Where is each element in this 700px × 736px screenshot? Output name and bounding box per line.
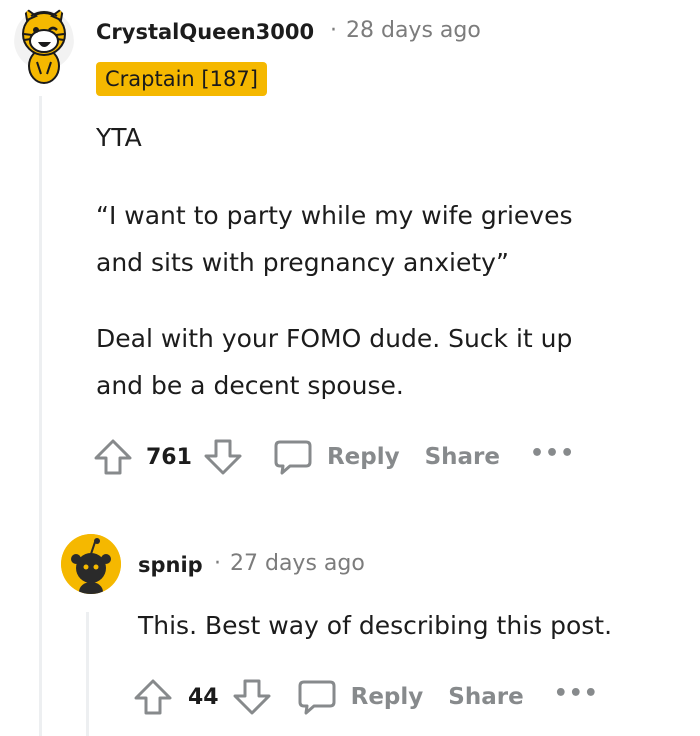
comment-body-line: “I want to party while my wife grieves xyxy=(96,201,573,230)
user-avatar[interactable] xyxy=(14,4,74,84)
comment-body-line: and sits with pregnancy anxiety” xyxy=(96,248,509,277)
comment-body-line: Deal with your FOMO dude. Suck it up xyxy=(96,324,573,353)
comment-action-bar: 761 Reply Share ••• xyxy=(92,436,575,478)
meta-separator: · xyxy=(330,18,337,43)
upvote-icon[interactable] xyxy=(132,676,174,718)
meta-separator: · xyxy=(214,551,221,576)
comment-timestamp[interactable]: 28 days ago xyxy=(346,18,481,43)
more-options-icon[interactable]: ••• xyxy=(530,441,575,466)
comment-body-line: YTA xyxy=(96,123,142,152)
share-button[interactable]: Share xyxy=(425,444,500,470)
user-flair: Craptain [187] xyxy=(96,62,267,96)
reply-button[interactable]: Reply xyxy=(296,676,424,718)
tiger-avatar-icon xyxy=(14,5,74,84)
reply-button[interactable]: Reply xyxy=(272,436,400,478)
vote-count: 44 xyxy=(188,684,219,710)
vote-count: 761 xyxy=(146,444,192,470)
comment-username[interactable]: CrystalQueen3000 xyxy=(96,20,314,44)
reply-action-bar: 44 Reply Share ••• xyxy=(132,676,599,718)
comment-bubble-icon xyxy=(274,440,312,475)
reply-timestamp[interactable]: 27 days ago xyxy=(230,551,365,576)
snoo-avatar-icon xyxy=(61,534,121,594)
downvote-icon[interactable] xyxy=(231,676,273,718)
upvote-icon[interactable] xyxy=(92,436,134,478)
share-button[interactable]: Share xyxy=(448,684,523,710)
reply-label: Reply xyxy=(326,444,400,470)
reply-username[interactable]: spnip xyxy=(138,553,203,577)
comment-bubble-icon xyxy=(298,680,336,715)
reply-thread-line[interactable] xyxy=(86,612,89,736)
comment-body-line: and be a decent spouse. xyxy=(96,371,404,400)
downvote-icon[interactable] xyxy=(202,436,244,478)
thread-line[interactable] xyxy=(39,96,42,736)
more-options-icon[interactable]: ••• xyxy=(554,681,599,706)
reply-label: Reply xyxy=(350,684,424,710)
reply-user-avatar[interactable] xyxy=(61,534,121,594)
reply-body: This. Best way of describing this post. xyxy=(138,611,613,640)
